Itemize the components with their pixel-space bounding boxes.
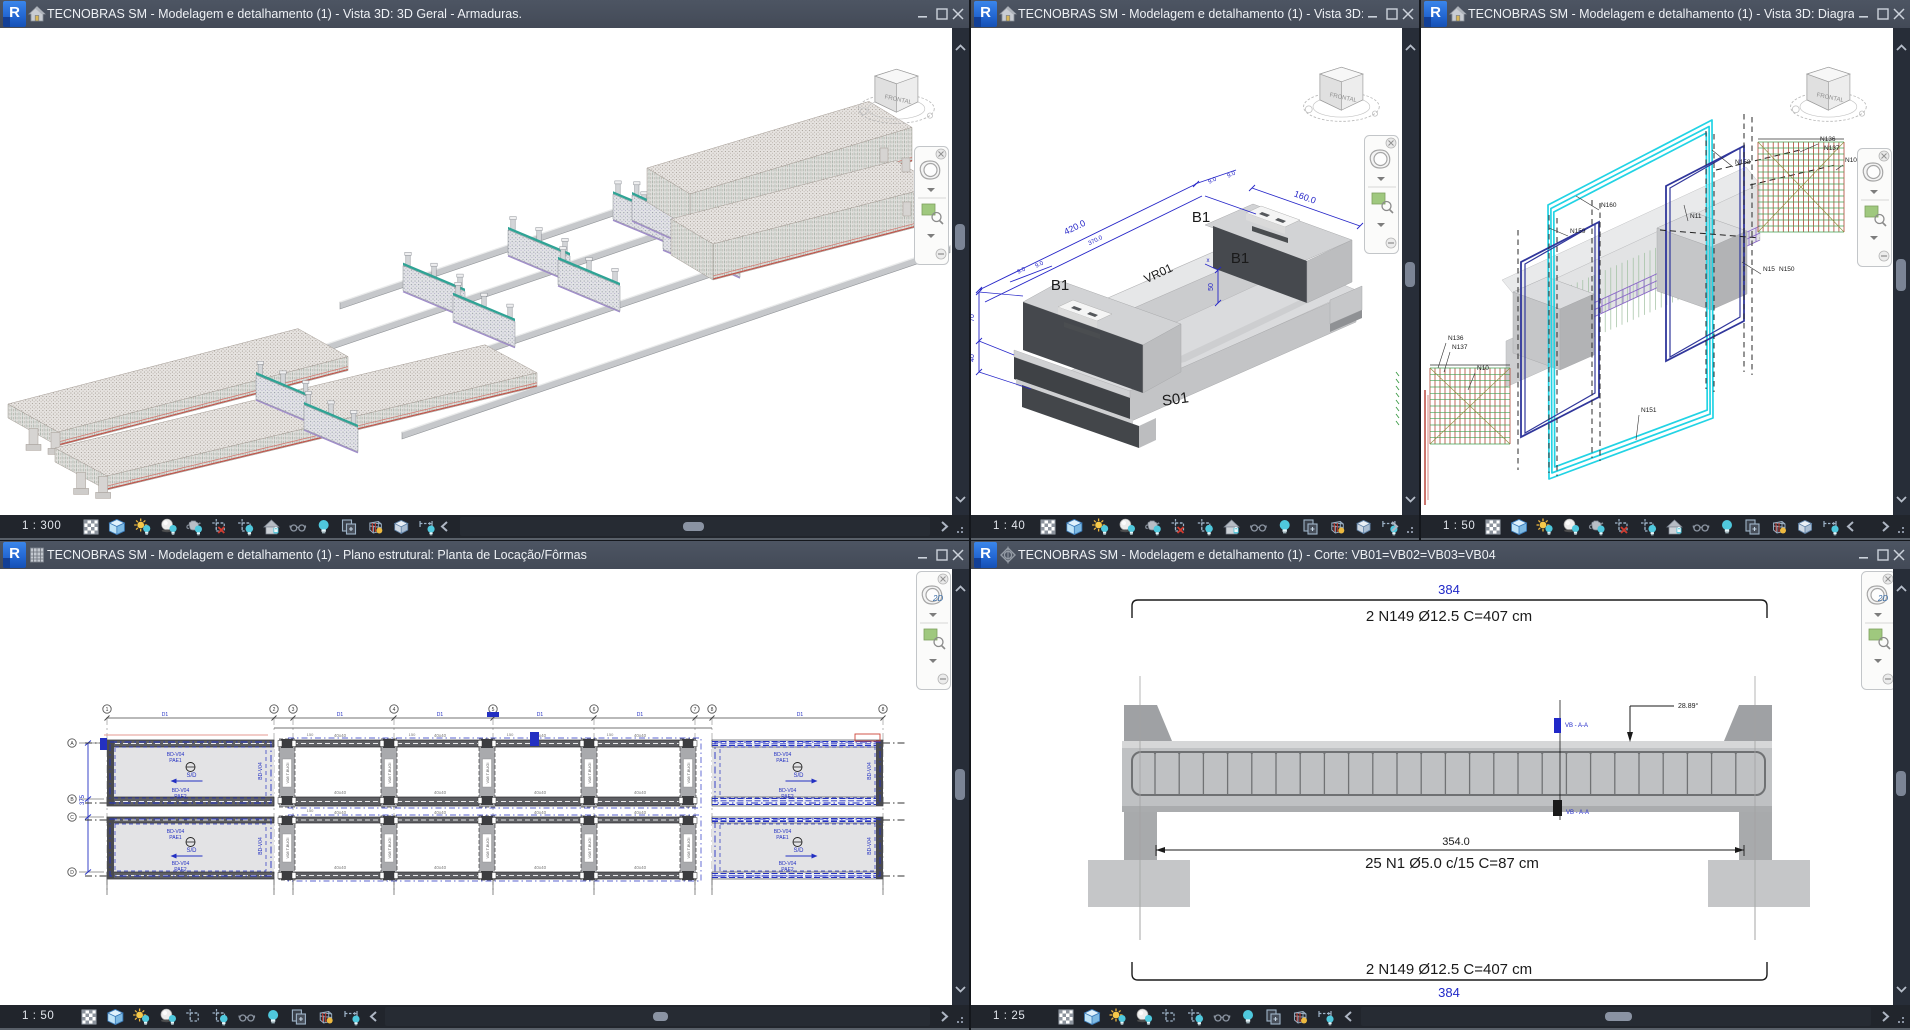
svg-text:V08 T.BUGI: V08 T.BUGI bbox=[485, 837, 490, 858]
svg-text:D1: D1 bbox=[437, 712, 444, 718]
svg-text:384: 384 bbox=[1438, 985, 1460, 1000]
svg-text:D1: D1 bbox=[162, 712, 169, 718]
svg-text:N137: N137 bbox=[1824, 145, 1840, 152]
svg-text:2: 2 bbox=[273, 707, 276, 713]
svg-text:PAE1: PAE1 bbox=[169, 835, 182, 841]
svg-text:2 N149 Ø12.5 C=407 cm: 2 N149 Ø12.5 C=407 cm bbox=[1366, 961, 1532, 978]
svg-text:9.0: 9.0 bbox=[1207, 176, 1218, 185]
svg-text:N11: N11 bbox=[1690, 213, 1702, 220]
svg-text:V08 T.BUGI: V08 T.BUGI bbox=[686, 837, 691, 858]
svg-text:150: 150 bbox=[307, 732, 314, 737]
svg-text:2 N149 Ø12.5 C=407 cm: 2 N149 Ø12.5 C=407 cm bbox=[1366, 608, 1532, 625]
svg-text:354.0: 354.0 bbox=[1442, 836, 1470, 848]
svg-text:V08 T.BUGI: V08 T.BUGI bbox=[686, 762, 691, 783]
svg-text:N137: N137 bbox=[1452, 344, 1468, 351]
svg-text:50: 50 bbox=[1208, 283, 1215, 291]
svg-text:9.0: 9.0 bbox=[1226, 170, 1237, 179]
svg-text:N136: N136 bbox=[1448, 335, 1464, 342]
svg-text:384: 384 bbox=[1438, 582, 1460, 597]
svg-text:V08 T.BUGI: V08 T.BUGI bbox=[387, 762, 392, 783]
svg-text:2D: 2D bbox=[1877, 594, 1888, 603]
svg-text:S01: S01 bbox=[1161, 389, 1190, 410]
svg-text:N10: N10 bbox=[1477, 365, 1489, 372]
svg-text:40x40: 40x40 bbox=[334, 865, 347, 870]
svg-text:28.89°: 28.89° bbox=[1678, 702, 1699, 710]
svg-text:PAE1: PAE1 bbox=[776, 758, 789, 764]
svg-text:VB - A-A: VB - A-A bbox=[1566, 810, 1589, 816]
svg-text:40x40: 40x40 bbox=[334, 810, 347, 815]
svg-text:V08 T.BUGI: V08 T.BUGI bbox=[587, 762, 592, 783]
svg-text:BD-V04: BD-V04 bbox=[258, 762, 264, 780]
svg-text:D1: D1 bbox=[537, 712, 544, 718]
svg-text:420.0: 420.0 bbox=[1062, 218, 1087, 237]
svg-text:V08 T.BUGI: V08 T.BUGI bbox=[485, 762, 490, 783]
svg-text:PAE2: PAE2 bbox=[174, 867, 187, 873]
svg-text:40x40: 40x40 bbox=[634, 733, 647, 738]
svg-text:N159: N159 bbox=[1570, 228, 1586, 235]
svg-text:150: 150 bbox=[409, 732, 416, 737]
svg-text:8: 8 bbox=[882, 707, 885, 713]
svg-text:V08 T.BUGI: V08 T.BUGI bbox=[387, 837, 392, 858]
svg-text:PAE2: PAE2 bbox=[781, 794, 794, 800]
svg-text:BD-V04: BD-V04 bbox=[867, 762, 873, 780]
svg-text:V08 T.BUGI: V08 T.BUGI bbox=[285, 837, 290, 858]
svg-text:B1: B1 bbox=[1192, 209, 1210, 226]
svg-text:1: 1 bbox=[106, 707, 109, 713]
svg-text:40x40: 40x40 bbox=[634, 865, 647, 870]
svg-text:N160: N160 bbox=[1601, 202, 1617, 209]
svg-text:2D: 2D bbox=[932, 594, 943, 603]
svg-text:BD-V04: BD-V04 bbox=[867, 837, 873, 855]
svg-text:N151: N151 bbox=[1641, 407, 1657, 414]
svg-text:B1: B1 bbox=[1231, 250, 1249, 267]
svg-text:VB - A-A: VB - A-A bbox=[1565, 723, 1588, 729]
svg-text:N150: N150 bbox=[1779, 266, 1795, 273]
svg-text:BD-V04: BD-V04 bbox=[258, 837, 264, 855]
svg-text:C: C bbox=[70, 815, 74, 821]
svg-text:40x40: 40x40 bbox=[434, 733, 447, 738]
svg-text:4: 4 bbox=[393, 707, 396, 713]
svg-text:B1: B1 bbox=[1051, 277, 1069, 294]
svg-text:PAE2: PAE2 bbox=[174, 794, 187, 800]
svg-text:40x40: 40x40 bbox=[534, 790, 547, 795]
svg-text:150: 150 bbox=[507, 732, 514, 737]
svg-text:PAE2: PAE2 bbox=[781, 867, 794, 873]
svg-text:V08 T.BUGI: V08 T.BUGI bbox=[587, 837, 592, 858]
svg-text:D: D bbox=[70, 870, 74, 876]
svg-text:40x40: 40x40 bbox=[434, 810, 447, 815]
svg-text:N158: N158 bbox=[1735, 159, 1751, 166]
svg-text:S/D: S/D bbox=[793, 848, 804, 854]
svg-text:40x40: 40x40 bbox=[534, 865, 547, 870]
svg-text:N15: N15 bbox=[1763, 266, 1775, 273]
svg-text:3: 3 bbox=[292, 707, 295, 713]
svg-text:40: 40 bbox=[971, 354, 976, 362]
svg-text:PAE1: PAE1 bbox=[169, 758, 182, 764]
svg-text:V08 T.BUGI: V08 T.BUGI bbox=[285, 762, 290, 783]
svg-text:N10: N10 bbox=[1845, 157, 1857, 164]
svg-text:S/D: S/D bbox=[186, 773, 197, 779]
svg-text:150: 150 bbox=[307, 808, 314, 813]
svg-text:40x40: 40x40 bbox=[434, 865, 447, 870]
svg-text:40x40: 40x40 bbox=[534, 810, 547, 815]
svg-text:x: x bbox=[1207, 258, 1210, 264]
svg-text:D1: D1 bbox=[637, 712, 644, 718]
svg-text:D1: D1 bbox=[797, 712, 804, 718]
svg-text:40x40: 40x40 bbox=[334, 790, 347, 795]
svg-text:6: 6 bbox=[593, 707, 596, 713]
svg-text:8: 8 bbox=[711, 707, 714, 713]
svg-text:40x40: 40x40 bbox=[334, 733, 347, 738]
svg-text:40x40: 40x40 bbox=[634, 810, 647, 815]
svg-text:S/D: S/D bbox=[186, 848, 197, 854]
svg-text:25 N1 Ø5.0 c/15 C=87 cm: 25 N1 Ø5.0 c/15 C=87 cm bbox=[1365, 855, 1539, 872]
svg-text:7: 7 bbox=[694, 707, 697, 713]
svg-text:S/D: S/D bbox=[793, 773, 804, 779]
svg-text:PAE1: PAE1 bbox=[776, 835, 789, 841]
svg-text:70: 70 bbox=[971, 314, 976, 322]
svg-text:40x40: 40x40 bbox=[634, 790, 647, 795]
svg-text:40x40: 40x40 bbox=[434, 790, 447, 795]
svg-text:D1: D1 bbox=[337, 712, 344, 718]
svg-text:150: 150 bbox=[607, 732, 614, 737]
svg-text:N136: N136 bbox=[1820, 136, 1836, 143]
